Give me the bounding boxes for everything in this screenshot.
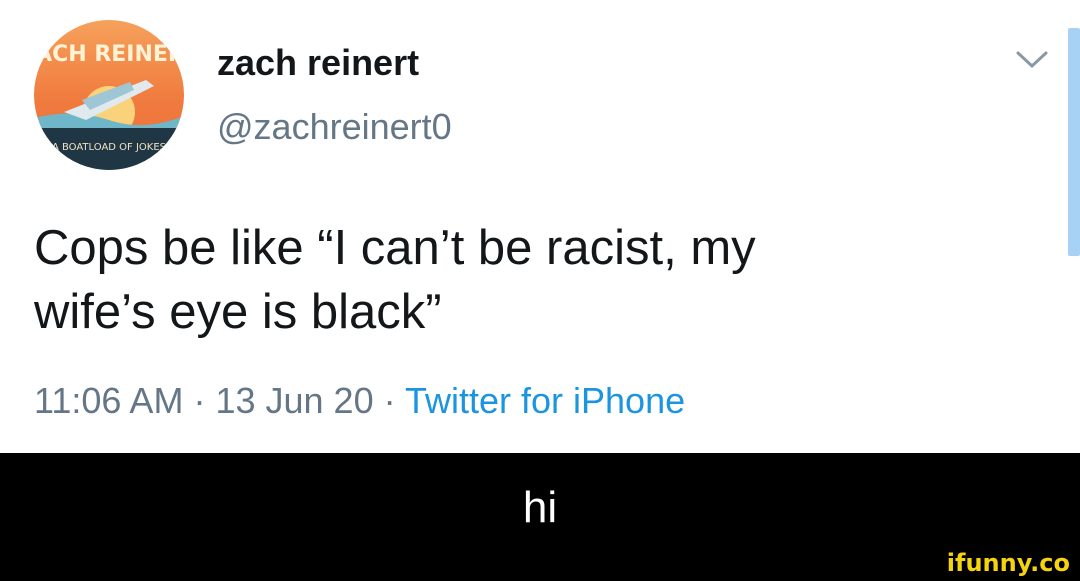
tweet-date[interactable]: 13 Jun 20 bbox=[215, 380, 373, 421]
avatar-image: ZACH REINERT A BOATLOAD OF JOKES bbox=[34, 20, 184, 170]
avatar-top-text: ZACH REINERT bbox=[34, 42, 184, 67]
tweet-source-link[interactable]: Twitter for iPhone bbox=[405, 380, 685, 421]
tweet-meta: 11:06 AM · 13 Jun 20 · Twitter for iPhon… bbox=[34, 380, 685, 422]
meta-separator: · bbox=[383, 380, 396, 421]
meta-separator: · bbox=[193, 380, 206, 421]
scrollbar[interactable] bbox=[1068, 28, 1080, 256]
caption-text: hi bbox=[522, 483, 558, 532]
avatar[interactable]: ZACH REINERT A BOATLOAD OF JOKES bbox=[34, 20, 184, 170]
tweet-time: 11:06 AM bbox=[34, 380, 184, 421]
author-name[interactable]: zach reinert bbox=[217, 42, 419, 84]
avatar-bottom-text: A BOATLOAD OF JOKES bbox=[52, 142, 166, 153]
chevron-down-icon[interactable] bbox=[1015, 48, 1049, 72]
caption-bar: hi bbox=[0, 453, 1080, 581]
author-handle[interactable]: @zachreinert0 bbox=[217, 106, 452, 148]
tweet-text: Cops be like “I can’t be racist, my wife… bbox=[34, 221, 756, 339]
ifunny-watermark: ifunny.co bbox=[946, 549, 1070, 577]
tweet-card: ZACH REINERT A BOATLOAD OF JOKES zach re… bbox=[0, 0, 1080, 453]
